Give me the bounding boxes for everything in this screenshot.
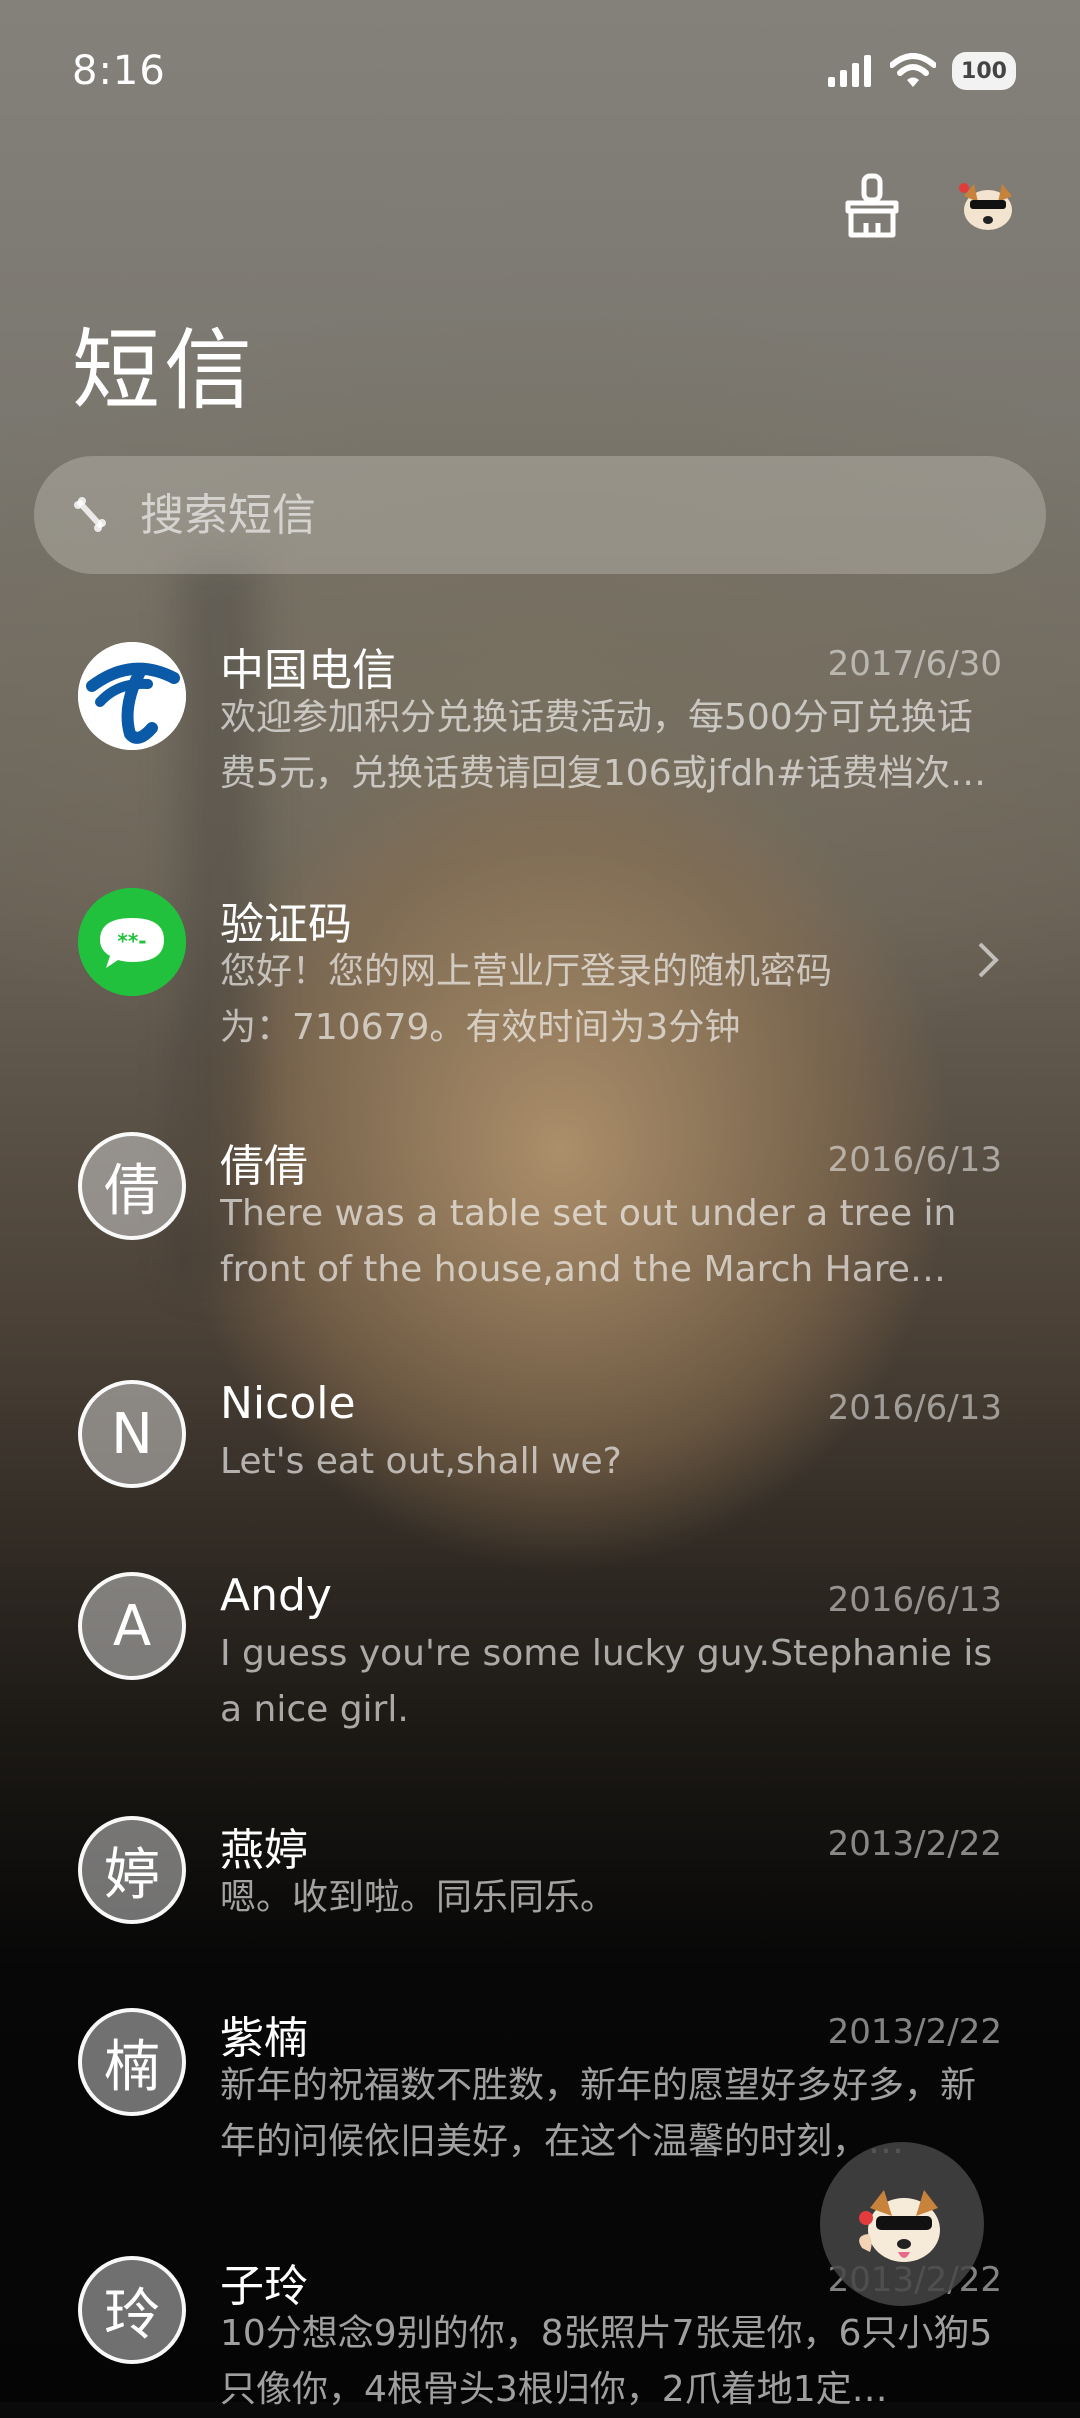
chevron-right-icon bbox=[978, 942, 999, 978]
message-bubble-icon: **- bbox=[78, 888, 186, 996]
contact-avatar: N bbox=[78, 1380, 186, 1488]
search-input[interactable] bbox=[138, 488, 1002, 542]
conversation-date: 2016/6/13 bbox=[827, 1388, 1002, 1428]
status-bar: 8:16 100 bbox=[0, 0, 1080, 150]
conversation-preview: 欢迎参加积分兑换话费活动，每500分可兑换话费5元，兑换话费请回复106或jfd… bbox=[220, 697, 973, 794]
conversation-preview: 10分想念9别的你，8张照片7张是你，6只小狗5只像你，4根骨头3根归你，2爪着… bbox=[220, 2313, 993, 2410]
china-telecom-logo-icon bbox=[78, 642, 186, 750]
status-time: 8:16 bbox=[72, 48, 166, 94]
conversation-preview: There was a table set out under a tree i… bbox=[220, 1193, 957, 1290]
conversation-name: 倩倩 bbox=[220, 1141, 308, 1192]
profile-button[interactable] bbox=[952, 170, 1024, 242]
top-actions bbox=[836, 170, 1024, 242]
conversation-preview: I guess you're some lucky guy.Stephanie … bbox=[220, 1633, 993, 1730]
conversation-name: 中国电信 bbox=[220, 645, 396, 696]
conversation-name: 紫楠 bbox=[220, 2013, 308, 2064]
contact-avatar: 婷 bbox=[78, 1816, 186, 1924]
conversation-row-verification-code[interactable]: **- 验证码 您好！您的网上营业厅登录的随机密码为：710679。有效时间为3… bbox=[0, 872, 1080, 1092]
signal-icon bbox=[828, 55, 871, 87]
compose-fab-button[interactable] bbox=[820, 2142, 984, 2306]
conversation-row-andy[interactable]: A Andy 2016/6/13 I guess you're some luc… bbox=[0, 1556, 1080, 1776]
conversation-name: 验证码 bbox=[220, 899, 352, 950]
conversation-preview: Let's eat out,shall we? bbox=[220, 1441, 622, 1482]
bone-icon bbox=[74, 497, 106, 532]
conversation-row-qianqian[interactable]: 倩 倩倩 2016/6/13 There was a table set out… bbox=[0, 1118, 1080, 1338]
conversation-date: 2013/2/22 bbox=[827, 1824, 1002, 1864]
conversation-row-yanting[interactable]: 婷 燕婷 2013/2/22 嗯。收到啦。同乐同乐。 bbox=[0, 1800, 1080, 1970]
clean-button[interactable] bbox=[836, 170, 908, 242]
conversation-preview: 嗯。收到啦。同乐同乐。 bbox=[220, 1877, 617, 1918]
conversation-name: 燕婷 bbox=[220, 1825, 308, 1876]
conversation-date: 2017/6/30 bbox=[827, 644, 1002, 684]
dog-avatar-icon bbox=[959, 183, 1012, 230]
conversation-date: 2013/2/22 bbox=[827, 2012, 1002, 2052]
conversation-name: 子玲 bbox=[220, 2261, 308, 2312]
contact-avatar: 玲 bbox=[78, 2256, 186, 2364]
search-bar[interactable] bbox=[34, 456, 1046, 574]
contact-avatar: A bbox=[78, 1572, 186, 1680]
battery-level: 100 bbox=[961, 58, 1007, 84]
status-icons: 100 bbox=[826, 52, 1016, 90]
contact-avatar: 楠 bbox=[78, 2008, 186, 2116]
conversation-preview: 您好！您的网上营业厅登录的随机密码为：710679。有效时间为3分钟 bbox=[220, 951, 833, 1048]
conversation-date: 2016/6/13 bbox=[827, 1140, 1002, 1180]
page-title: 短信 bbox=[72, 319, 257, 422]
conversation-row-nicole[interactable]: N Nicole 2016/6/13 Let's eat out,shall w… bbox=[0, 1364, 1080, 1534]
conversation-date: 2016/6/13 bbox=[827, 1580, 1002, 1620]
conversation-name: Andy bbox=[220, 1570, 332, 1621]
contact-avatar: 倩 bbox=[78, 1132, 186, 1240]
conversation-name: Nicole bbox=[220, 1378, 356, 1429]
battery-icon: 100 bbox=[952, 52, 1016, 90]
bubble-text: **- bbox=[117, 929, 146, 953]
broom-icon bbox=[845, 173, 899, 238]
wifi-icon bbox=[890, 53, 936, 87]
conversation-row-china-telecom[interactable]: 中国电信 2017/6/30 欢迎参加积分兑换话费活动，每500分可兑换话费5元… bbox=[0, 626, 1080, 846]
dog-sunglasses-icon bbox=[859, 2190, 940, 2262]
